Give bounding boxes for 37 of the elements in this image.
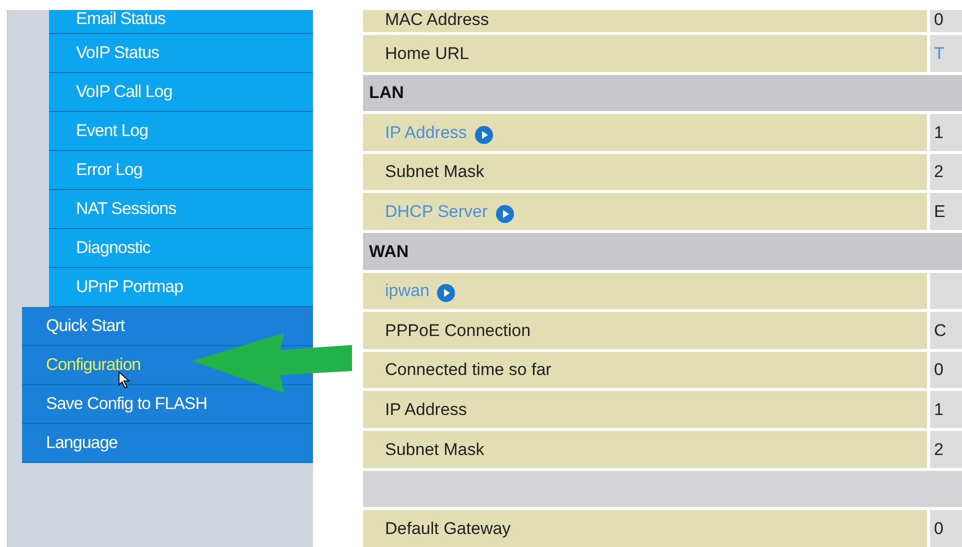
- setting-link[interactable]: DHCP Server: [385, 198, 488, 224]
- setting-label: Subnet Mask: [385, 161, 484, 184]
- setting-label: Subnet Mask: [385, 438, 484, 461]
- menu-item[interactable]: Diagnostic: [49, 229, 313, 268]
- menu-item[interactable]: Quick Start: [22, 307, 313, 346]
- setting-label: MAC Address: [385, 8, 489, 30]
- menu-item[interactable]: Email Status: [49, 10, 313, 34]
- menu-item[interactable]: VoIP Call Log: [49, 73, 313, 112]
- menu-item[interactable]: Event Log: [49, 112, 313, 151]
- setting-label: PPPoE Connection: [385, 320, 531, 342]
- play-circle-icon: [496, 204, 514, 223]
- setting-label: Default Gateway: [385, 518, 511, 540]
- setting-link[interactable]: IP Address: [385, 120, 467, 146]
- setting-label: Connected time so far: [385, 359, 552, 382]
- play-circle-icon: [474, 126, 493, 144]
- menu-item[interactable]: NAT Sessions: [49, 190, 313, 229]
- setting-label: Home URL: [385, 42, 470, 65]
- value-cell: 2: [930, 154, 962, 190]
- menu-item[interactable]: Save Config to FLASH: [22, 385, 313, 424]
- value-cell: 0: [930, 352, 962, 388]
- value-cell: 0: [930, 510, 962, 547]
- value-cell: E: [930, 193, 962, 230]
- value-cell: 1: [930, 114, 962, 151]
- play-circle-icon: [437, 284, 456, 302]
- value-cell[interactable]: T: [930, 35, 962, 72]
- menu-item[interactable]: VoIP Status: [49, 34, 313, 73]
- menu-item[interactable]: Language: [22, 424, 313, 463]
- value-cell: 0: [930, 10, 962, 32]
- setting-link[interactable]: ipwan: [385, 278, 430, 304]
- menu-item[interactable]: Error Log: [49, 151, 313, 190]
- section-header: WAN: [363, 233, 962, 270]
- setting-label: IP Address: [385, 399, 467, 422]
- value-cell: 2: [930, 431, 962, 468]
- section-header: LAN: [363, 74, 962, 112]
- menu-item[interactable]: UPnP Portmap: [49, 268, 313, 307]
- value-cell: 1: [930, 391, 962, 428]
- value-cell: C: [930, 312, 962, 349]
